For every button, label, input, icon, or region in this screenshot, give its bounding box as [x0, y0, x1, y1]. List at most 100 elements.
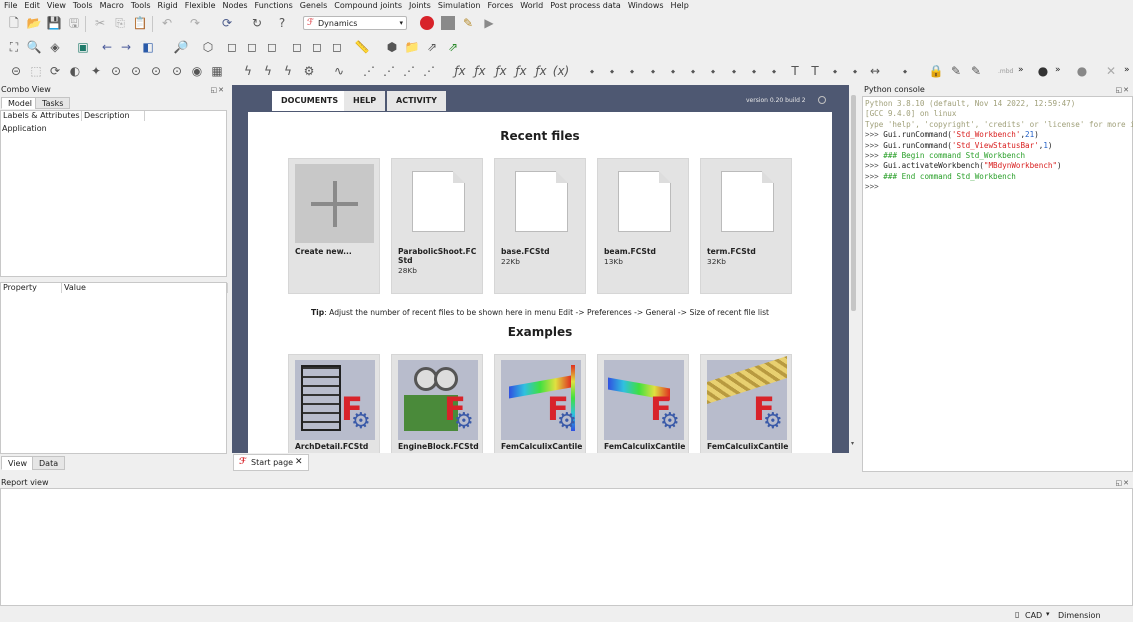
- report-view[interactable]: [0, 488, 1133, 606]
- tab-model[interactable]: Model: [1, 97, 40, 109]
- function-icon[interactable]: ƒx: [514, 64, 528, 78]
- recent-card[interactable]: beam.FCStd 13Kb: [597, 158, 689, 294]
- function-icon[interactable]: ƒx: [453, 64, 467, 78]
- function-icon[interactable]: ƒx: [494, 64, 508, 78]
- reload-icon[interactable]: ⟳: [48, 64, 62, 78]
- draw-style-icon[interactable]: ◈: [48, 40, 62, 54]
- left-view-icon[interactable]: ◻: [330, 40, 344, 54]
- tools-icon[interactable]: ✕: [1104, 64, 1118, 78]
- macro-editor-icon[interactable]: ✎: [461, 16, 475, 30]
- link-icon[interactable]: ⇗: [425, 40, 439, 54]
- menu-nodes[interactable]: Nodes: [223, 0, 248, 11]
- measure-distance-icon[interactable]: 📏: [355, 40, 370, 54]
- menu-functions[interactable]: Functions: [255, 0, 293, 11]
- menu-genels[interactable]: Genels: [300, 0, 328, 11]
- apple-icon[interactable]: ●: [1036, 64, 1050, 78]
- joint-icon[interactable]: ⬩: [747, 64, 761, 78]
- zoom-selection-icon[interactable]: 🔍: [27, 40, 42, 54]
- tab-start-page[interactable]: ℱ Start page ✕: [233, 454, 309, 471]
- copy-icon[interactable]: ⎘: [113, 16, 127, 30]
- std-view-menu-icon[interactable]: ◧: [141, 40, 155, 54]
- curve-icon[interactable]: ∿: [332, 64, 346, 78]
- dock-float-close-icons[interactable]: ◱✕: [1116, 478, 1130, 488]
- axis-icon[interactable]: ✦: [89, 64, 103, 78]
- node-icon[interactable]: ⋰: [402, 64, 416, 78]
- right-view-icon[interactable]: ◻: [265, 40, 279, 54]
- joint-icon[interactable]: ⬩: [727, 64, 741, 78]
- new-document-icon[interactable]: 🗋: [7, 16, 21, 30]
- example-card[interactable]: F ⚙ ArchDetail.FCStd: [288, 354, 380, 453]
- bottom-view-icon[interactable]: ◻: [310, 40, 324, 54]
- sphere-icon[interactable]: ◐: [68, 64, 82, 78]
- bounding-box-icon[interactable]: ▣: [76, 40, 90, 54]
- joint-icon[interactable]: ⬩: [898, 64, 912, 78]
- toolbar-overflow-icon[interactable]: »: [1124, 65, 1130, 75]
- refresh-recompute-icon[interactable]: ⟳: [220, 16, 234, 30]
- run-macro-icon[interactable]: ▶: [482, 16, 496, 30]
- tab-data[interactable]: Data: [32, 456, 66, 470]
- joint-icon[interactable]: ⬩: [646, 64, 660, 78]
- part-icon[interactable]: ⬢: [385, 40, 399, 54]
- undo-icon[interactable]: ↶: [160, 16, 174, 30]
- lock-icon[interactable]: 🔒: [929, 64, 944, 78]
- link-actions-icon[interactable]: ⇗: [446, 40, 460, 54]
- menu-rigid[interactable]: Rigid: [158, 0, 178, 11]
- navigation-style[interactable]: CAD: [1025, 611, 1042, 620]
- python-console[interactable]: Python 3.8.10 (default, Nov 14 2022, 12:…: [862, 96, 1133, 472]
- menu-simulation[interactable]: Simulation: [438, 0, 481, 11]
- eye-icon[interactable]: ◉: [190, 64, 204, 78]
- menu-help[interactable]: Help: [671, 0, 689, 11]
- text-icon[interactable]: T: [808, 64, 822, 78]
- pin-icon[interactable]: ⊙: [149, 64, 163, 78]
- text-icon[interactable]: T: [788, 64, 802, 78]
- workbench-selector[interactable]: ℱ Dynamics ▾: [303, 16, 407, 30]
- menu-post-process-data[interactable]: Post process data: [550, 0, 621, 11]
- menu-flexible[interactable]: Flexible: [185, 0, 216, 11]
- menu-edit[interactable]: Edit: [24, 0, 40, 11]
- back-icon[interactable]: ←: [100, 40, 114, 54]
- recent-card[interactable]: ParabolicShoot.FCStd 28Kb: [391, 158, 483, 294]
- function-icon[interactable]: ƒx: [473, 64, 487, 78]
- menu-tools[interactable]: Tools: [131, 0, 151, 11]
- tab-documents[interactable]: DOCUMENTS: [272, 91, 348, 111]
- close-icon[interactable]: ✕: [295, 457, 303, 468]
- menu-forces[interactable]: Forces: [487, 0, 513, 11]
- joint-icon[interactable]: ⬩: [828, 64, 842, 78]
- view-fit-icon[interactable]: 🔎: [174, 40, 189, 54]
- joint-icon[interactable]: ⬩: [848, 64, 862, 78]
- tab-help[interactable]: HELP: [344, 91, 386, 111]
- pencil-icon[interactable]: ✎: [969, 64, 983, 78]
- menu-tools[interactable]: Tools: [73, 0, 93, 11]
- dock-float-close-icons[interactable]: ◱✕: [211, 85, 225, 95]
- front-view-icon[interactable]: ◻: [225, 40, 239, 54]
- mbdyn-tool-icon[interactable]: ⊝: [9, 64, 23, 78]
- top-view-icon[interactable]: ◻: [245, 40, 259, 54]
- pencil-icon[interactable]: ✎: [949, 64, 963, 78]
- start-page-scrollbar[interactable]: ▾: [849, 85, 858, 453]
- forward-icon[interactable]: →: [119, 40, 133, 54]
- prop-header-value[interactable]: Value: [62, 283, 228, 293]
- record-macro-icon[interactable]: [420, 16, 434, 30]
- pin-icon[interactable]: ⊙: [170, 64, 184, 78]
- tree-item-application[interactable]: Application: [2, 124, 47, 133]
- menu-view[interactable]: View: [47, 0, 66, 11]
- recompute-icon[interactable]: ↻: [250, 16, 264, 30]
- example-card[interactable]: F ⚙ FemCalculixCantile: [700, 354, 792, 453]
- menu-joints[interactable]: Joints: [409, 0, 431, 11]
- fit-all-icon[interactable]: ⛶: [7, 40, 21, 54]
- joint-icon[interactable]: ⬩: [686, 64, 700, 78]
- menu-world[interactable]: World: [520, 0, 543, 11]
- tree-header-labels[interactable]: Labels & Attributes: [1, 111, 82, 121]
- save-as-icon[interactable]: 🖫: [67, 16, 81, 30]
- pin-icon[interactable]: ⊙: [109, 64, 123, 78]
- joint-icon[interactable]: ⬩: [625, 64, 639, 78]
- menu-file[interactable]: File: [4, 0, 17, 11]
- save-icon[interactable]: 💾: [47, 16, 62, 30]
- lightning-icon[interactable]: ϟ: [241, 64, 255, 78]
- tab-view[interactable]: View: [1, 456, 34, 470]
- joint-icon[interactable]: ⬩: [666, 64, 680, 78]
- stop-macro-icon[interactable]: [441, 16, 455, 30]
- recent-card-create-new[interactable]: Create new...: [288, 158, 380, 294]
- node-icon[interactable]: ⋰: [382, 64, 396, 78]
- whats-this-icon[interactable]: ?: [275, 16, 289, 30]
